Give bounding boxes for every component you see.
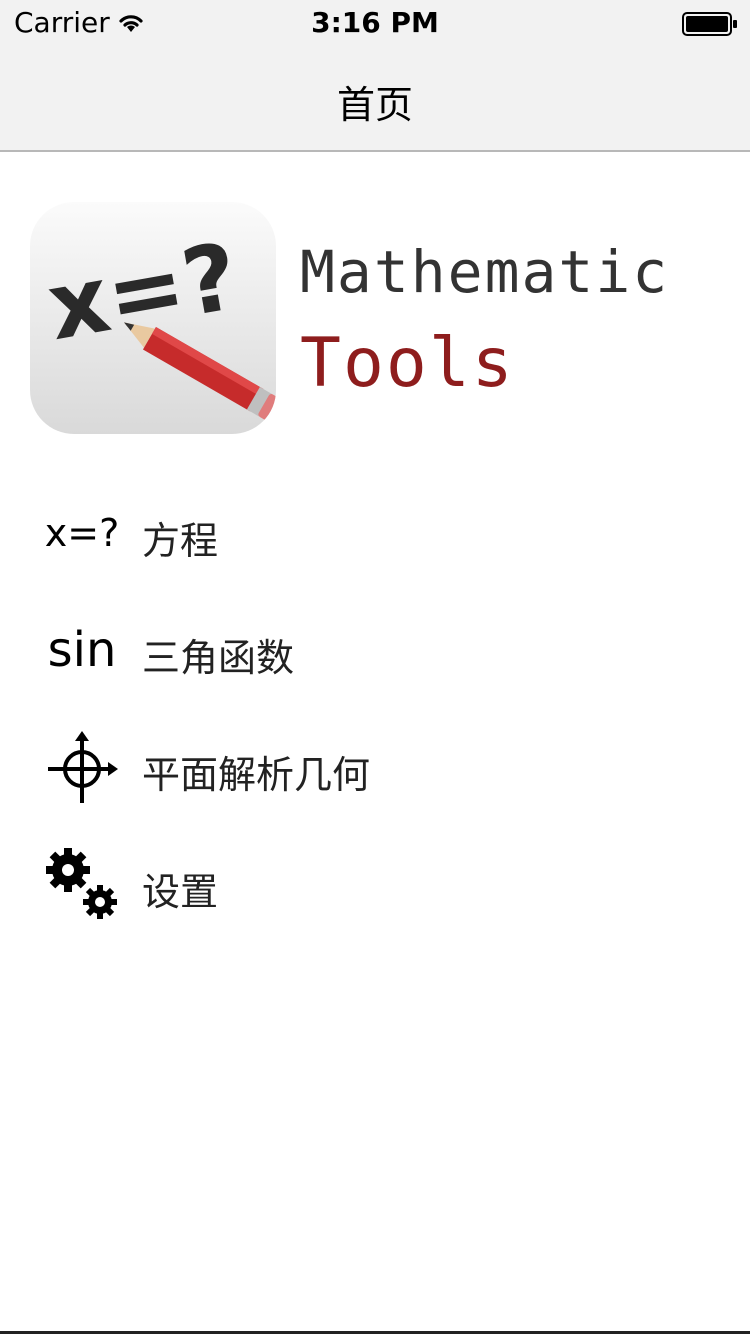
menu-item-label: 设置 bbox=[142, 870, 219, 914]
status-bar: Carrier 3:16 PM bbox=[0, 0, 750, 40]
crosshair-icon bbox=[44, 730, 120, 804]
sine-icon: sin bbox=[47, 622, 117, 678]
page-title: 首页 bbox=[336, 83, 413, 127]
menu-item-analytic-geometry[interactable]: 平面解析几何 bbox=[0, 708, 750, 825]
menu-item-label: 平面解析几何 bbox=[142, 753, 371, 797]
pencil-logo-icon: x=? bbox=[40, 223, 276, 421]
menu-list: x=? 方程 sin 三角函数 平面解析几何 设置 bbox=[0, 474, 750, 942]
menu-item-settings[interactable]: 设置 bbox=[0, 825, 750, 942]
navigation-bar: 首页 bbox=[0, 40, 750, 152]
logo-line1: Mathematic bbox=[300, 238, 669, 306]
equation-icon: x=? bbox=[44, 511, 120, 555]
logo-line2: Tools bbox=[300, 324, 515, 403]
app-name-logo: Mathematic Tools bbox=[300, 238, 669, 403]
menu-item-equation[interactable]: x=? 方程 bbox=[0, 474, 750, 591]
battery-icon bbox=[682, 12, 737, 36]
app-logo: x=? bbox=[30, 202, 276, 434]
menu-item-label: 三角函数 bbox=[142, 636, 295, 680]
menu-item-label: 方程 bbox=[142, 519, 219, 563]
clock: 3:16 PM bbox=[311, 6, 439, 39]
gears-icon bbox=[44, 847, 120, 921]
menu-item-trigonometry[interactable]: sin 三角函数 bbox=[0, 591, 750, 708]
